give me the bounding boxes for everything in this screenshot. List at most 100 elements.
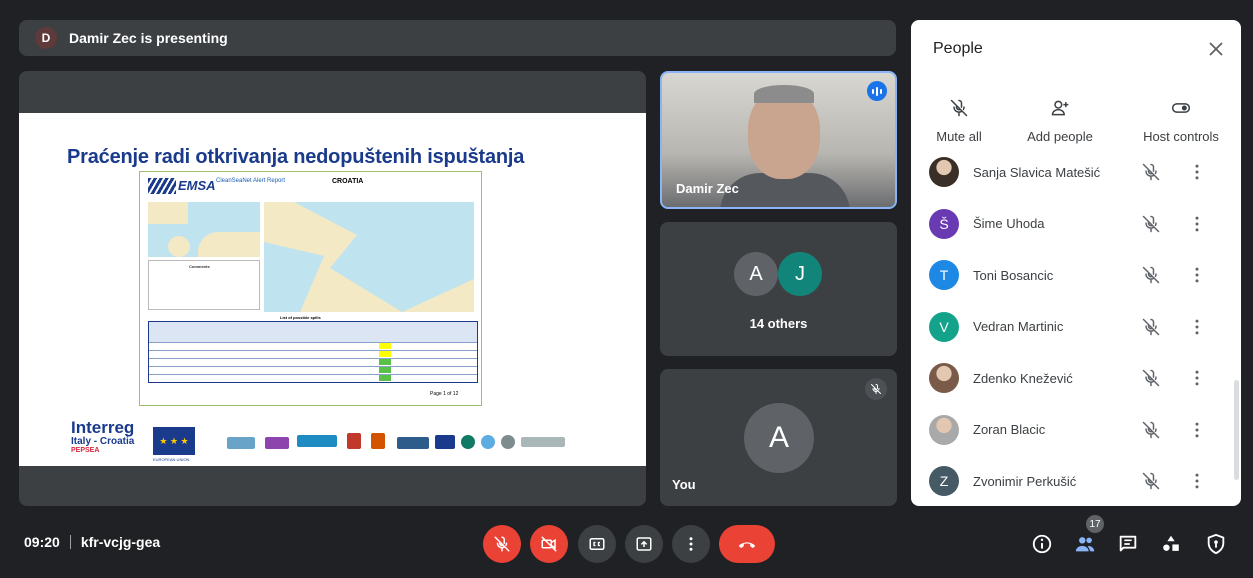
host-controls-button[interactable]: Host controls — [1131, 98, 1231, 144]
activities-icon[interactable] — [1160, 533, 1182, 555]
interreg-program: Italy - Croatia — [71, 436, 135, 447]
leave-call-button[interactable] — [719, 525, 775, 563]
add-person-icon — [1051, 100, 1069, 116]
comments-label: Comments — [189, 264, 210, 269]
info-icon[interactable] — [1031, 533, 1053, 555]
more-vert-icon[interactable] — [1187, 420, 1207, 440]
camera-toggle-button[interactable] — [530, 525, 568, 563]
presenting-banner: D Damir Zec is presenting — [19, 20, 896, 56]
partner-logo-icon — [297, 435, 337, 447]
more-vert-icon[interactable] — [1187, 162, 1207, 182]
participant-name: Šime Uhoda — [973, 216, 1045, 231]
mute-all-button[interactable]: Mute all — [925, 98, 993, 144]
present-icon — [636, 537, 652, 551]
mic-off-icon — [865, 378, 887, 400]
self-avatar: A — [744, 403, 814, 473]
mic-off-icon — [950, 99, 968, 117]
speaker-tile[interactable]: Damir Zec — [660, 71, 897, 209]
more-vert-icon[interactable] — [1187, 368, 1207, 388]
microphone-toggle-button[interactable] — [483, 525, 521, 563]
participant-avatar: V — [929, 311, 959, 342]
participant-row[interactable]: T Toni Bosancic — [911, 249, 1227, 301]
shared-slide: Praćenje radi otkrivanja nedopuštenih is… — [19, 113, 646, 466]
participant-count-badge: 17 — [1086, 515, 1104, 533]
emsa-logo-icon — [148, 178, 176, 194]
participant-avatar: J — [778, 252, 822, 296]
participant-name: Zdenko Knežević — [973, 370, 1073, 386]
self-label: You — [672, 477, 696, 492]
mic-off-icon[interactable] — [1141, 368, 1161, 388]
participant-name: Sanja Slavica Matešić — [973, 164, 1101, 180]
people-icon[interactable] — [1074, 533, 1096, 555]
speaker-name: Damir Zec — [676, 181, 739, 196]
captions-button[interactable] — [578, 525, 616, 563]
captions-icon — [589, 538, 605, 550]
host-controls-icon[interactable] — [1205, 533, 1227, 555]
participant-name: Toni Bosancic — [973, 267, 1054, 283]
slide-title: Praćenje radi otkrivanja nedopuštenih is… — [67, 146, 525, 168]
speaking-indicator-icon — [867, 81, 887, 101]
participant-name: Vedran Martinic — [973, 319, 1064, 334]
more-vert-icon[interactable] — [1187, 317, 1207, 337]
participant-row[interactable]: Zoran Blacic — [911, 404, 1227, 456]
interreg-logo: Interreg — [71, 418, 135, 437]
participant-row[interactable]: Sanja Slavica Matešić — [911, 146, 1227, 198]
participant-avatar: Z — [929, 466, 959, 496]
participant-avatar: Š — [929, 208, 959, 239]
participant-photo — [929, 157, 959, 187]
participant-row[interactable]: Š Šime Uhoda — [911, 198, 1227, 250]
add-people-button[interactable]: Add people — [1017, 98, 1103, 144]
self-tile[interactable]: A You — [660, 369, 897, 506]
hang-up-icon — [738, 542, 756, 549]
partner-logo-icon — [461, 435, 475, 449]
meeting-code: kfr-vcjg-gea — [80, 534, 161, 550]
participant-row[interactable]: Zdenko Knežević — [911, 352, 1227, 404]
partner-logo-icon — [347, 433, 361, 449]
mic-off-icon[interactable] — [1141, 162, 1161, 182]
mic-off-icon[interactable] — [1141, 317, 1161, 337]
more-vert-icon[interactable] — [1187, 214, 1207, 234]
partner-logo-icon — [265, 437, 289, 449]
partner-logo-icon — [481, 435, 495, 449]
camera-off-icon — [541, 536, 557, 552]
participant-name: Zoran Blacic — [973, 422, 1046, 437]
eu-flag-icon: ★ ★ ★ — [153, 427, 195, 455]
others-count-label: 14 others — [749, 316, 808, 331]
report-title: CleanSeaNet Alert Report — [216, 178, 286, 184]
project-name: PEPSEA — [71, 447, 100, 454]
participant-row[interactable]: Z Zvonimir Perkušić — [911, 455, 1227, 506]
detail-map — [264, 202, 474, 312]
mute-all-label: Mute all — [936, 129, 982, 144]
table-title: List of possible spills — [280, 315, 321, 320]
mic-off-icon[interactable] — [1141, 265, 1161, 285]
comments-box: Comments — [148, 260, 260, 310]
partner-logo-icon — [397, 437, 429, 449]
spills-table — [148, 321, 478, 383]
mic-off-icon[interactable] — [1141, 471, 1161, 491]
participant-avatar: T — [929, 260, 959, 290]
panel-title: People — [933, 40, 983, 57]
participant-photo — [929, 414, 959, 445]
partner-logo-icon — [501, 435, 515, 449]
more-vert-icon[interactable] — [1187, 471, 1207, 491]
mic-off-icon[interactable] — [1141, 214, 1161, 234]
close-icon[interactable] — [1205, 38, 1227, 60]
add-people-label: Add people — [1027, 129, 1093, 144]
participant-row[interactable]: V Vedran Martinic — [911, 301, 1227, 353]
partner-logo-icon — [435, 435, 455, 449]
people-panel: People Mute all Add people Host controls… — [911, 20, 1241, 506]
toggle-icon — [1171, 103, 1191, 113]
more-vert-icon — [689, 537, 693, 551]
overview-map — [148, 202, 260, 257]
participant-name: Zvonimir Perkušić — [973, 473, 1077, 489]
more-options-button[interactable] — [672, 525, 710, 563]
chat-icon[interactable] — [1117, 533, 1139, 555]
more-vert-icon[interactable] — [1187, 265, 1207, 285]
mic-off-icon[interactable] — [1141, 420, 1161, 440]
panel-scrollbar[interactable] — [1234, 380, 1239, 480]
others-tile[interactable]: A J 14 others — [660, 222, 897, 356]
host-controls-label: Host controls — [1143, 129, 1219, 144]
participant-photo — [929, 363, 959, 393]
participant-avatar: A — [734, 252, 778, 296]
present-now-button[interactable] — [625, 525, 663, 563]
